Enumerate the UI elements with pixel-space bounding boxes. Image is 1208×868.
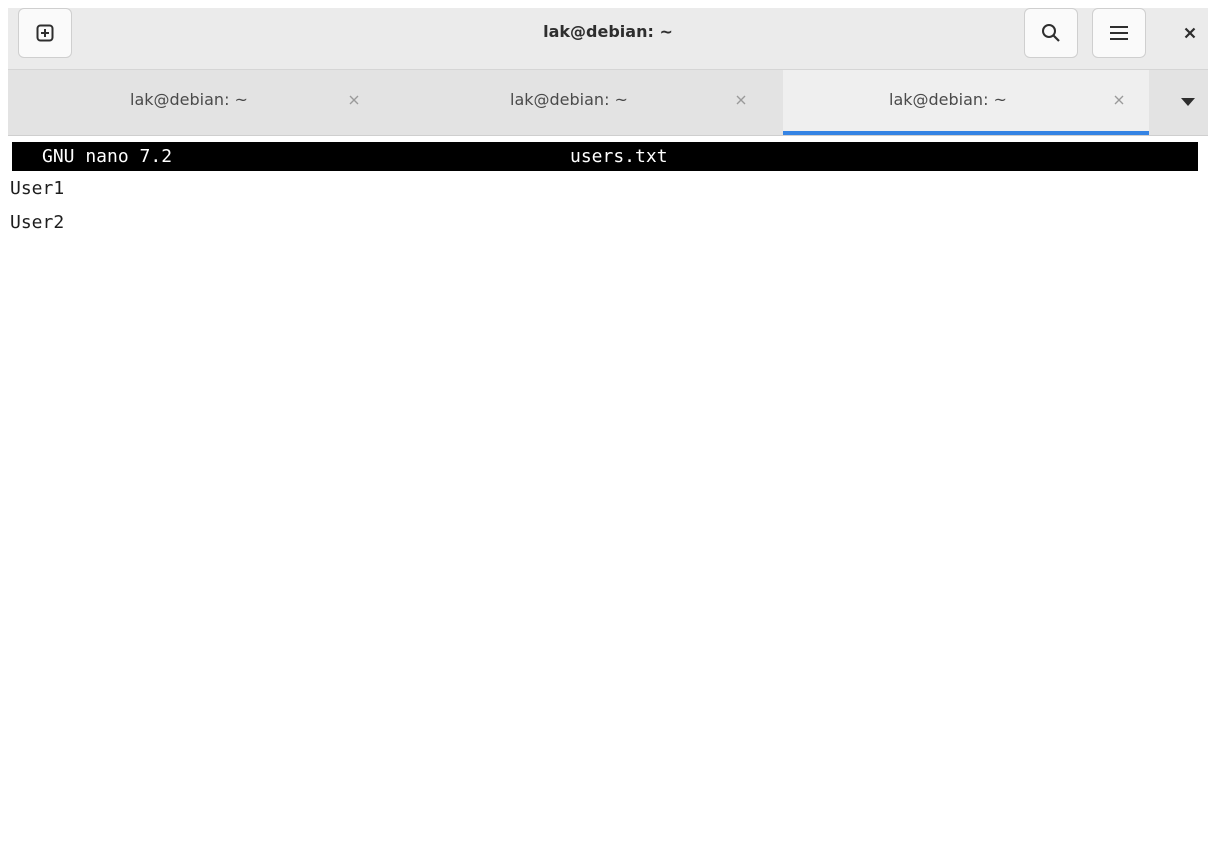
- tab-label: lak@debian: ~: [130, 90, 248, 109]
- tab-label: lak@debian: ~: [510, 90, 628, 109]
- new-tab-button[interactable]: [18, 8, 72, 58]
- close-icon: [1184, 24, 1196, 43]
- close-window-button[interactable]: [1172, 8, 1208, 58]
- hamburger-menu-icon: [1110, 25, 1128, 41]
- tab-close-icon[interactable]: [1109, 70, 1129, 130]
- tab-1[interactable]: lak@debian: ~: [8, 70, 395, 135]
- active-tab-indicator: [783, 131, 1149, 135]
- file-line: User2: [10, 212, 65, 233]
- nano-version: GNU nano 7.2: [42, 146, 173, 167]
- plus-square-icon: [36, 24, 54, 42]
- header-bar: lak@debian: ~: [8, 8, 1208, 70]
- tab-close-icon[interactable]: [344, 70, 364, 130]
- tab-2[interactable]: lak@debian: ~: [395, 70, 783, 135]
- terminal-area[interactable]: GNU nano 7.2 users.txt User1 User2: [8, 136, 1208, 868]
- main-menu-button[interactable]: [1092, 8, 1146, 58]
- tab-bar: lak@debian: ~ lak@debian: ~ lak@debian: …: [8, 70, 1208, 136]
- search-button[interactable]: [1024, 8, 1078, 58]
- tab-label: lak@debian: ~: [889, 90, 1007, 109]
- tab-close-icon[interactable]: [731, 70, 751, 130]
- nano-filename: users.txt: [570, 146, 668, 167]
- search-icon: [1041, 23, 1061, 43]
- tab-list-dropdown[interactable]: [1168, 70, 1208, 130]
- tab-3-active[interactable]: lak@debian: ~: [783, 70, 1149, 135]
- terminal-window: lak@debian: ~ lak@debian: ~ lak@debian: …: [0, 0, 1208, 868]
- nano-title-bar: GNU nano 7.2 users.txt: [12, 142, 1198, 171]
- file-line: User1: [10, 178, 65, 199]
- caret-down-icon: [1181, 91, 1195, 110]
